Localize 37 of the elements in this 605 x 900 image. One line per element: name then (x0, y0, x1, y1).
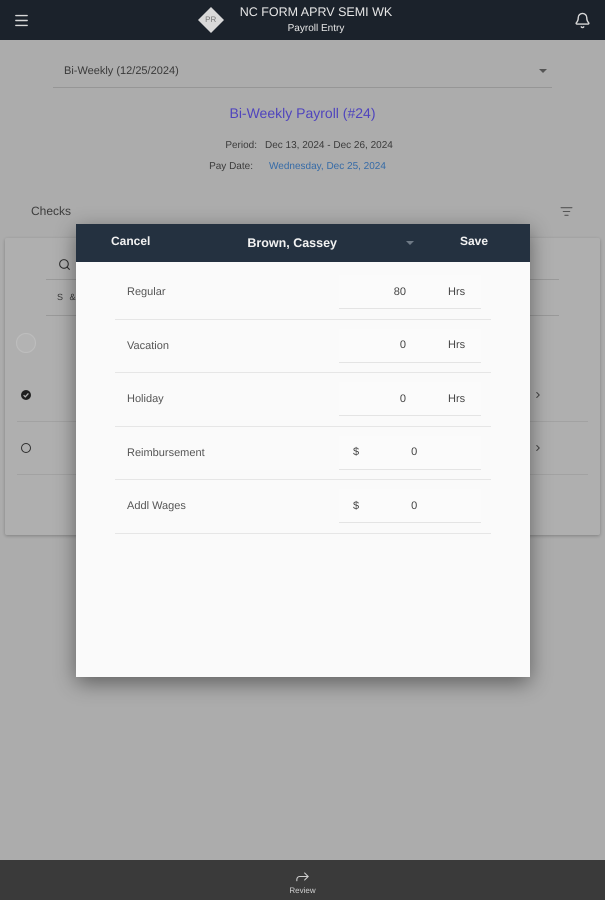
detail-label: Period: (225, 139, 257, 153)
payroll-title: Bi-Weekly Payroll (#24) (229, 104, 376, 122)
filter-button[interactable] (560, 204, 573, 218)
detail-label: Pay Date: (209, 160, 254, 174)
field-value: 0 (411, 445, 418, 460)
detail-value: Dec 13, 2024 - Dec 26, 2024 (265, 139, 393, 153)
entry-label: Regular (126, 285, 167, 300)
field-value: 0 (398, 392, 406, 406)
entry-label: Reimbursement (126, 446, 206, 460)
currency-symbol: $ (352, 445, 360, 460)
caret-icon (406, 241, 414, 245)
checks-heading: Checks (31, 203, 72, 219)
field-value: 80 (392, 284, 406, 300)
save-button[interactable]: Save (444, 232, 503, 250)
pay-period-select[interactable]: Bi-Weekly (12/25/2024) (53, 55, 552, 88)
notifications-button[interactable] (574, 12, 591, 28)
entry-label: Vacation (126, 338, 170, 354)
field-value: 0 (398, 338, 406, 353)
field-value: 0 (411, 498, 418, 514)
search-icon (58, 258, 71, 271)
app-subtitle: Payroll Entry (288, 22, 344, 35)
employee-select[interactable]: Brown, Cassey (165, 234, 445, 252)
bell-icon (574, 12, 591, 28)
entry-label: Addl Wages (126, 499, 187, 514)
review-button[interactable]: Review (289, 860, 316, 900)
checked-circle-icon[interactable] (21, 390, 31, 400)
caret-icon (539, 69, 547, 73)
unit-label: Hrs (448, 284, 466, 300)
currency-symbol: $ (352, 498, 360, 514)
unit-label: Hrs (448, 392, 466, 406)
unit-label: Hrs (448, 338, 466, 353)
entry-label: Holiday (126, 392, 165, 407)
cancel-button[interactable]: Cancel (96, 232, 166, 250)
app-title: NC FORM APRV SEMI WK (240, 5, 392, 20)
logo: PR (198, 7, 224, 33)
filter-icon (560, 204, 573, 218)
column-header: S & (57, 290, 78, 304)
